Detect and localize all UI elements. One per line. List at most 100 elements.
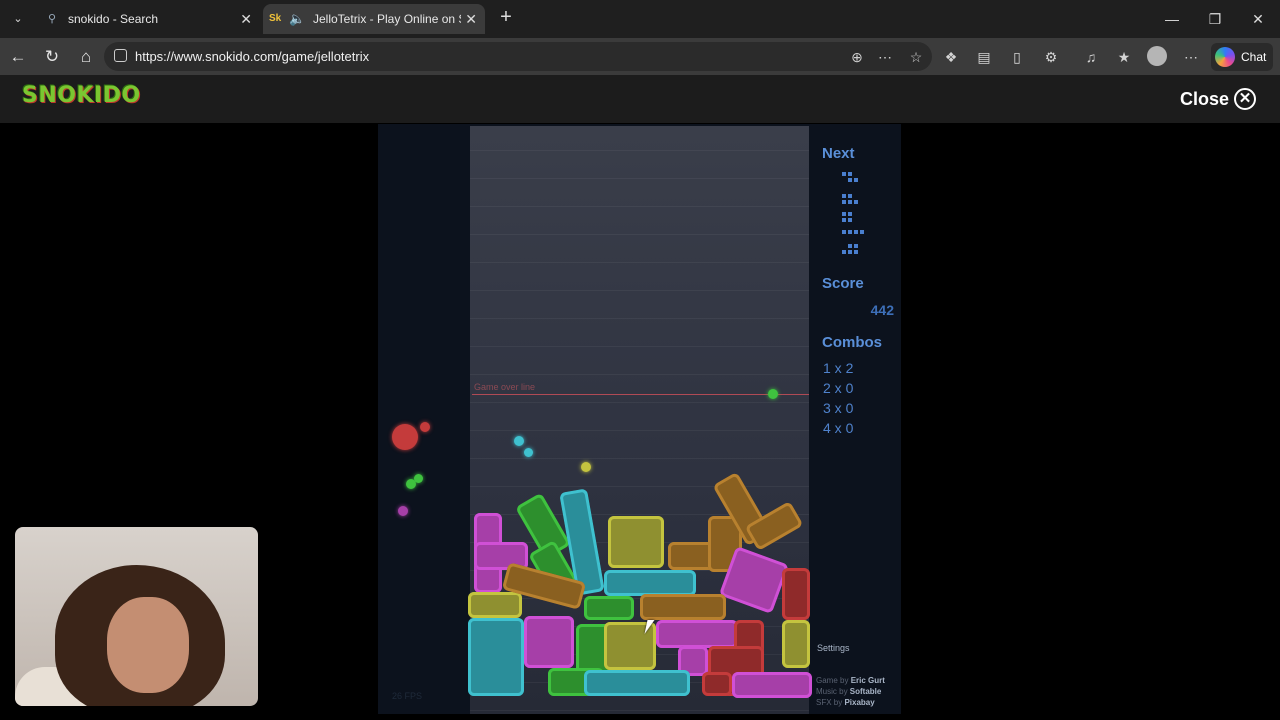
next-piece-cell — [848, 172, 852, 176]
webcam-overlay — [15, 527, 258, 706]
next-piece-cell — [842, 194, 846, 198]
puzzle-extensions-icon[interactable]: ⚙ — [1040, 46, 1062, 68]
extension-icon[interactable]: ▯ — [1006, 46, 1028, 68]
jelly-particle — [392, 424, 418, 450]
url-text[interactable]: https://www.snokido.com/game/jellotetrix — [135, 42, 369, 71]
close-game-button[interactable]: Close ✕ — [1180, 85, 1256, 113]
zoom-icon[interactable]: ⊕ — [848, 48, 866, 66]
jelly-block-orange — [640, 594, 726, 620]
next-piece-cell — [854, 230, 858, 234]
well-gridline — [470, 486, 809, 487]
speaker-icon[interactable]: 🔈 — [289, 4, 305, 34]
favorites-icon[interactable]: ★ — [1113, 46, 1135, 68]
jelly-block-pink — [732, 672, 812, 698]
well-gridline — [470, 402, 809, 403]
tab-jellotetrix[interactable]: Sk 🔈 JelloTetrix - Play Online on Sn ✕ — [263, 4, 485, 34]
well-gridline — [470, 290, 809, 291]
combo-4: 4 x 0 — [823, 420, 854, 436]
jelly-particle — [514, 436, 524, 446]
favorite-star-icon[interactable]: ☆ — [907, 48, 925, 66]
refresh-icon[interactable]: ↻ — [38, 43, 66, 71]
jelly-particle — [420, 422, 430, 432]
next-piece-cell — [848, 218, 852, 222]
copilot-chat-button[interactable]: Chat — [1211, 43, 1273, 71]
close-tab-icon[interactable]: ✕ — [240, 4, 252, 34]
next-piece-cell — [860, 230, 864, 234]
combo-3: 3 x 0 — [823, 400, 854, 416]
well-gridline — [470, 318, 809, 319]
jelly-block-red — [702, 672, 732, 696]
next-piece-cell — [842, 212, 846, 216]
new-tab-plus-icon[interactable]: + — [494, 6, 518, 30]
close-label: Close — [1180, 89, 1230, 109]
jelly-block-yellow — [468, 592, 522, 618]
copilot-icon — [1215, 47, 1235, 67]
close-circle-icon: ✕ — [1234, 88, 1256, 110]
fps-counter: 26 FPS — [392, 691, 423, 701]
tab-actions-chevron-icon[interactable]: ⌄ — [6, 7, 30, 31]
site-header: SNOKIDO Close ✕ — [0, 75, 1280, 123]
profile-avatar-icon[interactable] — [1147, 46, 1167, 66]
close-window-icon[interactable]: ✕ — [1236, 0, 1280, 38]
close-tab-icon[interactable]: ✕ — [465, 4, 477, 34]
extension-icon[interactable]: ❖ — [940, 46, 962, 68]
site-info-icon[interactable] — [114, 49, 127, 62]
next-piece-cell — [848, 230, 852, 234]
next-piece-cell — [848, 250, 852, 254]
next-piece-cell — [842, 200, 846, 204]
webcam-face — [107, 597, 189, 693]
well-gridline — [470, 206, 809, 207]
credit-line: Music by Softable — [816, 687, 882, 696]
extension-icon[interactable]: ▤ — [973, 46, 995, 68]
media-control-icon[interactable]: ♫ — [1080, 46, 1102, 68]
next-label: Next — [822, 145, 855, 162]
jelly-block-yellow — [608, 516, 664, 568]
tab-strip: ⌄ ⚲ snokido - Search ✕ Sk 🔈 JelloTetrix … — [0, 0, 1280, 38]
snokido-favicon-icon: Sk — [269, 13, 282, 24]
well-gridline — [470, 178, 809, 179]
next-piece-cell — [848, 194, 852, 198]
game-canvas[interactable]: Game over line Next Score 442 Combos 1 x… — [378, 124, 901, 714]
well-gridline — [470, 150, 809, 151]
next-piece-cell — [848, 200, 852, 204]
jelly-block-pink — [524, 616, 574, 668]
tab-snokido-search[interactable]: ⚲ snokido - Search ✕ — [38, 4, 260, 34]
well-gridline — [470, 430, 809, 431]
snokido-logo[interactable]: SNOKIDO — [22, 83, 141, 108]
well-gridline — [470, 374, 809, 375]
next-piece-cell — [842, 250, 846, 254]
combo-2: 2 x 0 — [823, 380, 854, 396]
score-label: Score — [822, 275, 864, 292]
jelly-block-cyan — [468, 618, 524, 696]
chat-label: Chat — [1241, 50, 1267, 64]
next-piece-cell — [842, 218, 846, 222]
minimize-icon[interactable]: — — [1150, 0, 1194, 38]
game-over-line — [472, 394, 809, 395]
next-piece-cell — [842, 230, 846, 234]
restore-icon[interactable]: ❐ — [1193, 0, 1237, 38]
jelly-block-cyan — [604, 570, 696, 596]
well-gridline — [470, 346, 809, 347]
read-aloud-icon[interactable]: ⋯ — [876, 48, 894, 66]
next-piece-cell — [848, 212, 852, 216]
score-value: 442 — [870, 302, 894, 318]
back-arrow-icon[interactable]: ← — [4, 43, 32, 71]
next-piece-cell — [854, 200, 858, 204]
game-over-label: Game over line — [474, 382, 536, 392]
address-bar[interactable]: https://www.snokido.com/game/jellotetrix… — [104, 42, 932, 71]
settings-button[interactable]: Settings — [817, 643, 850, 653]
home-icon[interactable]: ⌂ — [72, 43, 100, 71]
tab-title: snokido - Search — [68, 12, 159, 26]
more-menu-icon[interactable]: ⋯ — [1180, 46, 1202, 68]
browser-toolbar: ← ↻ ⌂ https://www.snokido.com/game/jello… — [0, 38, 1280, 75]
tab-title: JelloTetrix - Play Online on Sn — [313, 12, 461, 26]
jelly-block-yellow — [782, 620, 810, 668]
next-piece-cell — [848, 244, 852, 248]
jelly-block-cyan — [584, 670, 690, 696]
well-gridline — [470, 710, 809, 711]
next-piece-cell — [854, 244, 858, 248]
well-gridline — [470, 458, 809, 459]
jelly-particle — [524, 448, 533, 457]
next-piece-cell — [854, 178, 858, 182]
jelly-block-pink — [656, 620, 738, 648]
